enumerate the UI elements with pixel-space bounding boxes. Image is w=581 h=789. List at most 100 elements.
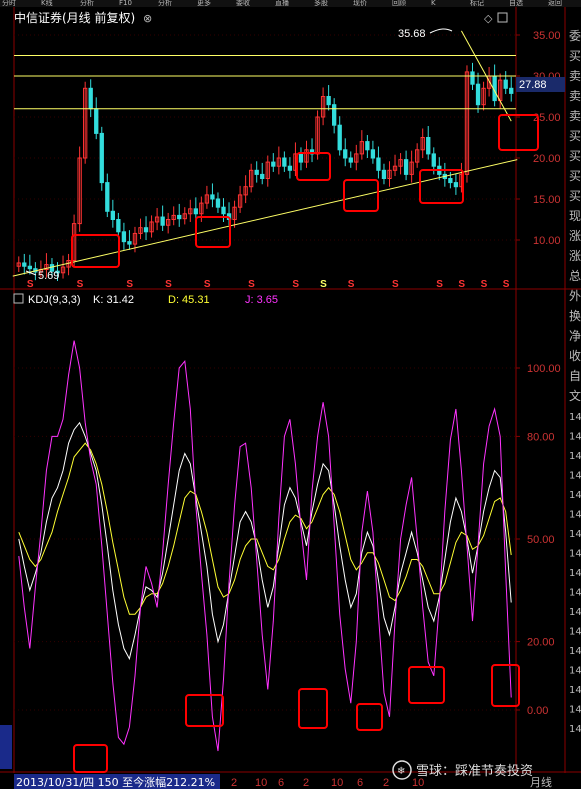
highlight-box (356, 703, 383, 731)
s-marker: S (392, 279, 399, 290)
sidebar-glyph: 14 (569, 666, 581, 677)
toolbar-item[interactable]: 分析 (80, 0, 94, 7)
time-label: 6 (357, 777, 363, 789)
kdj-tick-label: 80.00 (527, 431, 555, 443)
kdj-collapse-icon[interactable] (13, 293, 24, 304)
sidebar-glyph: 收 (569, 349, 581, 363)
kdj-tick-label: 50.00 (527, 534, 555, 546)
sidebar-glyph: 14 (569, 685, 581, 696)
sidebar-glyph: 总 (569, 269, 581, 283)
sidebar-glyph: 涨 (569, 228, 581, 243)
candle-body (99, 132, 104, 184)
price-tick-label: 20.00 (533, 153, 561, 165)
toolbar-item[interactable]: F10 (119, 0, 132, 7)
toolbar-item[interactable]: 直播 (275, 0, 289, 7)
s-marker: S (320, 279, 327, 290)
sidebar-glyph: 14 (569, 646, 581, 657)
chart-stage: 分时 K线 分析 F10 分析 更多 委收 直播 多股 现价 回顾 K 标记 自选 返回 中信证券(月线 前… (0, 0, 581, 789)
candle-body (177, 214, 182, 220)
highlight-box (491, 664, 520, 707)
candle-body (282, 157, 287, 167)
candle-body (105, 182, 110, 212)
sidebar-glyph: 14 (569, 724, 581, 735)
candle-body (365, 141, 370, 151)
candle-body (88, 87, 93, 110)
s-marker: S (126, 279, 133, 290)
kdj-tick-label: 100.00 (527, 363, 561, 375)
candle-body (448, 178, 453, 184)
candle-body (298, 153, 304, 163)
candle-body (160, 216, 165, 226)
status-text: 2013/10/31/四 150 至今涨幅212.21% (16, 775, 215, 789)
period-label: 月线 (530, 775, 552, 789)
sidebar-glyph: 14 (569, 510, 581, 521)
snowball-logo-glyph: ❄ (397, 766, 405, 777)
sidebar-glyph: 14 (569, 432, 581, 443)
sidebar-glyph: 卖 (569, 109, 581, 123)
candle-body (110, 210, 115, 221)
candle-body (22, 262, 27, 267)
kdj-tick-label: 0.00 (527, 705, 548, 717)
candle-body (475, 83, 481, 106)
toolbar-item[interactable]: 自选 (509, 0, 523, 7)
s-marker: S (77, 279, 84, 290)
candle-body (426, 137, 431, 155)
s-marker: S (503, 279, 510, 290)
sidebar-glyph: 买 (569, 169, 581, 183)
sidebar-glyph: 14 (569, 549, 581, 560)
candle-body (403, 159, 409, 175)
left-tab[interactable] (0, 725, 12, 769)
toolbar-item[interactable]: 现价 (353, 0, 367, 7)
kdj-line-j (18, 340, 512, 752)
s-marker: S (481, 279, 488, 290)
candle-body (370, 149, 376, 159)
sidebar-glyph: 买 (569, 129, 581, 143)
toolbar-item[interactable]: 分时 (2, 0, 16, 7)
candle-body (503, 79, 508, 89)
toolbar-item[interactable]: 分析 (158, 0, 172, 7)
candle-body (376, 157, 381, 171)
candle-body (470, 71, 475, 85)
time-label: 10 (331, 777, 343, 789)
sidebar-glyph: 自 (569, 369, 581, 383)
s-marker: S (292, 279, 299, 290)
highlight-box (73, 744, 108, 773)
kdj-legend: KDJ(9,3,3) K: 31.42 D: 45.31 J: 3.65 (13, 293, 278, 306)
low-price-label: 5.69 (38, 270, 59, 282)
candle-body (121, 231, 127, 243)
sidebar-glyph: 涨 (569, 248, 581, 263)
sidebar-glyph: 外 (569, 289, 581, 303)
candle-body (381, 169, 387, 180)
candle-body (215, 198, 221, 208)
sidebar-glyph: 14 (569, 588, 581, 599)
toolbar-item[interactable]: 多股 (314, 0, 328, 7)
candle-body (260, 173, 265, 179)
diamond-icon[interactable]: ◇ (484, 13, 493, 25)
time-label: 2 (303, 777, 309, 789)
toolbar-item[interactable]: K线 (41, 0, 53, 7)
toolbar-item[interactable]: 更多 (197, 0, 211, 7)
top-toolbar[interactable]: 分时 K线 分析 F10 分析 更多 委收 直播 多股 现价 回顾 K 标记 自选 返回 (0, 0, 581, 7)
s-marker: S (165, 279, 172, 290)
toolbar-item[interactable]: 委收 (236, 0, 250, 7)
sidebar-glyph: 买 (569, 49, 581, 63)
sidebar-glyph: 换 (569, 309, 581, 323)
toolbar-item[interactable]: 回顾 (392, 0, 406, 7)
candle-body (271, 161, 276, 167)
sidebar-glyph: 14 (569, 529, 581, 540)
candle-body (332, 104, 337, 126)
current-price-value: 27.88 (519, 79, 547, 91)
toolbar-item[interactable]: K (431, 0, 436, 7)
candle-body (509, 87, 514, 94)
candle-body (221, 206, 226, 215)
sidebar-glyph: 卖 (569, 69, 581, 83)
right-sidebar: 委买卖卖卖买买买买现涨涨总外换净收自文141414141414141414141… (569, 29, 581, 735)
sidebar-glyph: 14 (569, 412, 581, 423)
toolbar-item[interactable]: 标记 (470, 0, 484, 7)
time-label: 6 (278, 777, 284, 789)
settings-icon[interactable]: ⊗ (143, 13, 152, 25)
kdj-title: KDJ(9,3,3) (28, 294, 81, 306)
price-tick-label: 15.00 (533, 194, 561, 206)
sidebar-glyph: 14 (569, 471, 581, 482)
toolbar-item[interactable]: 返回 (548, 0, 562, 7)
